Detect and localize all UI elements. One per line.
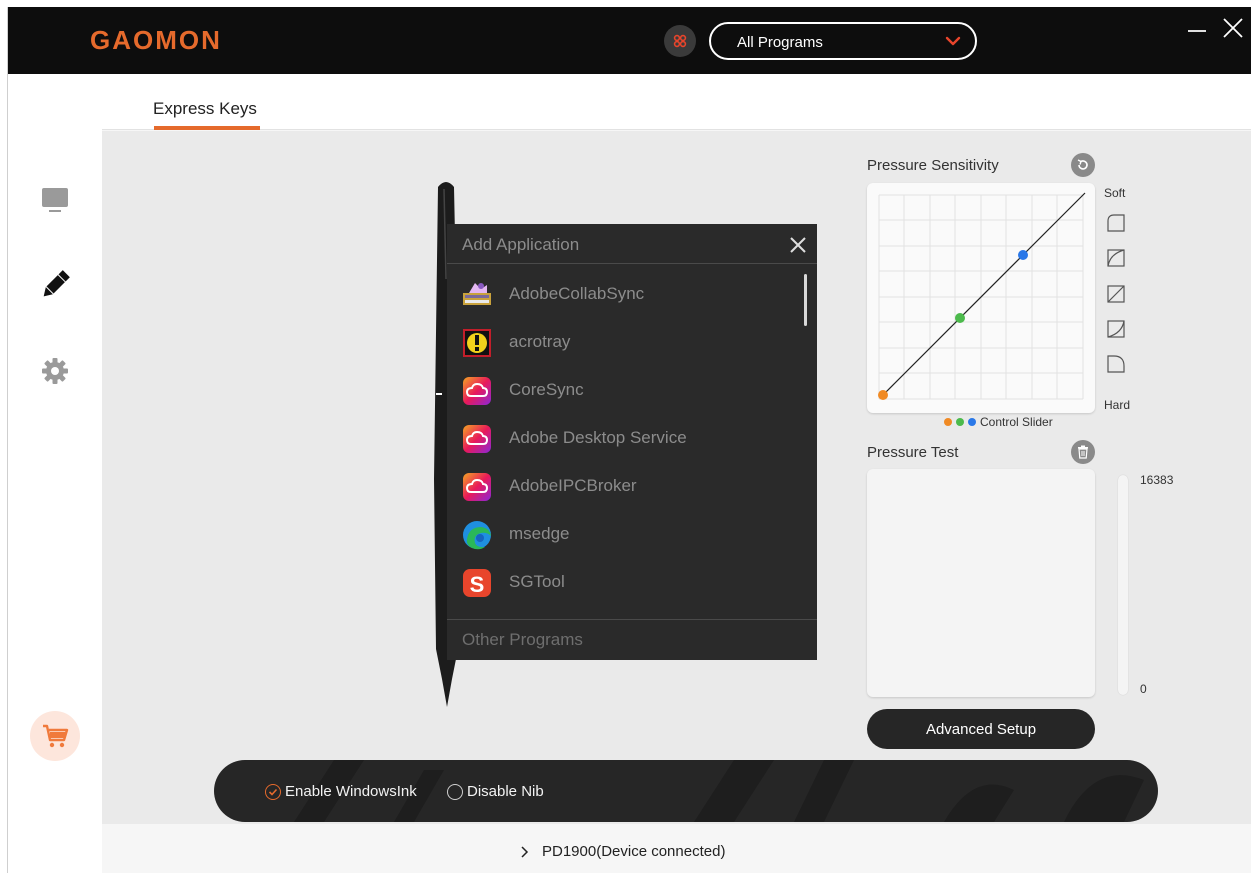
orange-dot-icon xyxy=(944,418,952,426)
pressure-test-area[interactable] xyxy=(867,469,1095,697)
monitor-icon xyxy=(42,188,68,212)
tabs-bar: Express Keys xyxy=(102,74,1251,130)
enable-windows-ink-option[interactable]: Enable WindowsInk xyxy=(265,783,417,800)
pen-options-bar: Enable WindowsInk Disable Nib xyxy=(214,760,1158,822)
application-list: AdobeCollabSync acrotray CoreSync Adobe … xyxy=(447,268,817,608)
pressure-level-bar xyxy=(1118,475,1128,695)
disable-nib-option[interactable]: Disable Nib xyxy=(447,783,544,800)
hard-label: Hard xyxy=(1104,398,1131,412)
list-item-adobeipcbroker[interactable]: AdobeIPCBroker xyxy=(447,462,802,510)
list-item-adobe-desktop-service[interactable]: Adobe Desktop Service xyxy=(447,414,802,462)
list-item-sgtool[interactable]: S SGTool xyxy=(447,558,802,606)
pressure-curve-panel[interactable] xyxy=(867,183,1095,413)
pressure-curve-graph[interactable] xyxy=(867,183,1095,413)
svg-text:S: S xyxy=(470,572,485,597)
svg-text:GAOMON: GAOMON xyxy=(90,25,222,55)
edge-icon xyxy=(463,521,491,550)
sidebar xyxy=(8,74,102,873)
dialog-title: Add Application xyxy=(462,235,580,254)
cart-icon xyxy=(43,724,69,748)
tab-express-keys[interactable]: Express Keys xyxy=(153,99,257,119)
sogou-icon: S xyxy=(463,569,491,597)
curve-preset-4-icon[interactable] xyxy=(1106,319,1126,339)
gear-icon xyxy=(42,358,68,384)
sidebar-item-pen[interactable] xyxy=(34,264,76,306)
dialog-divider xyxy=(447,263,817,264)
other-programs-link[interactable]: Other Programs xyxy=(462,630,583,650)
pressure-test-label: Pressure Test xyxy=(867,444,959,461)
curve-preset-5-icon[interactable] xyxy=(1106,354,1126,374)
pressure-sensitivity-label: Pressure Sensitivity xyxy=(867,157,999,174)
pen-icon xyxy=(43,270,70,297)
control-slider-label: Control Slider xyxy=(980,415,1053,429)
control-point-low xyxy=(878,390,888,400)
curve-preset-2-icon[interactable] xyxy=(1106,248,1126,268)
advanced-setup-button[interactable]: Advanced Setup xyxy=(867,709,1095,749)
sidebar-item-settings[interactable] xyxy=(34,350,76,392)
sidebar-item-display[interactable] xyxy=(34,179,76,221)
acrotray-icon xyxy=(463,329,491,357)
chevron-down-icon xyxy=(945,36,961,46)
curve-preset-1-icon[interactable] xyxy=(1106,213,1126,233)
dialog-close-button[interactable] xyxy=(789,236,807,254)
status-bar: PD1900(Device connected) xyxy=(102,825,1251,873)
list-item-acrotray[interactable]: acrotray xyxy=(447,318,802,366)
main-content: Add Application AdobeCollabSync acrotray… xyxy=(102,131,1251,824)
pressure-min-label: 0 xyxy=(1140,682,1147,696)
trash-icon xyxy=(1078,445,1088,459)
chevron-right-icon xyxy=(521,845,529,858)
creative-cloud-icon xyxy=(463,473,491,501)
green-dot-icon xyxy=(956,418,964,426)
reset-icon xyxy=(1077,159,1088,170)
soft-label: Soft xyxy=(1104,186,1126,200)
unchecked-radio-icon xyxy=(447,783,463,800)
disable-nib-label: Disable Nib xyxy=(467,783,544,800)
collab-sync-icon xyxy=(463,283,491,305)
gaomon-logo: GAOMON xyxy=(90,25,222,55)
reset-curve-button[interactable] xyxy=(1071,153,1095,177)
program-select-value: All Programs xyxy=(737,34,823,51)
shop-button[interactable] xyxy=(30,711,80,761)
creative-cloud-icon xyxy=(463,377,491,405)
device-status[interactable]: PD1900(Device connected) xyxy=(518,843,725,860)
enable-windows-ink-label: Enable WindowsInk xyxy=(285,783,417,800)
list-item-adobecollabsync[interactable]: AdobeCollabSync xyxy=(447,270,802,318)
active-tab-indicator xyxy=(154,126,260,130)
list-item-msedge[interactable]: msedge xyxy=(447,510,802,558)
control-point-mid xyxy=(955,313,965,323)
control-point-high xyxy=(1018,250,1028,260)
add-application-dialog: Add Application AdobeCollabSync acrotray… xyxy=(447,224,817,660)
checked-radio-icon xyxy=(265,783,281,800)
close-window-button[interactable] xyxy=(1221,15,1245,41)
device-status-text: PD1900(Device connected) xyxy=(542,843,726,860)
dialog-scrollbar[interactable] xyxy=(804,274,807,326)
control-slider-legend: Control Slider xyxy=(944,415,1053,429)
minimize-button[interactable] xyxy=(1186,17,1208,41)
curve-preset-3-icon[interactable] xyxy=(1106,284,1126,304)
pressure-max-label: 16383 xyxy=(1140,473,1174,487)
program-select[interactable]: All Programs xyxy=(709,22,977,60)
program-apps-icon[interactable] xyxy=(664,25,696,57)
clear-test-button[interactable] xyxy=(1071,440,1095,464)
dialog-divider xyxy=(447,619,817,620)
creative-cloud-icon xyxy=(463,425,491,453)
app-window: GAOMON All Programs Express Keys Add App… xyxy=(7,7,1251,873)
title-bar: GAOMON All Programs xyxy=(8,7,1251,74)
blue-dot-icon xyxy=(968,418,976,426)
list-item-coresync[interactable]: CoreSync xyxy=(447,366,802,414)
